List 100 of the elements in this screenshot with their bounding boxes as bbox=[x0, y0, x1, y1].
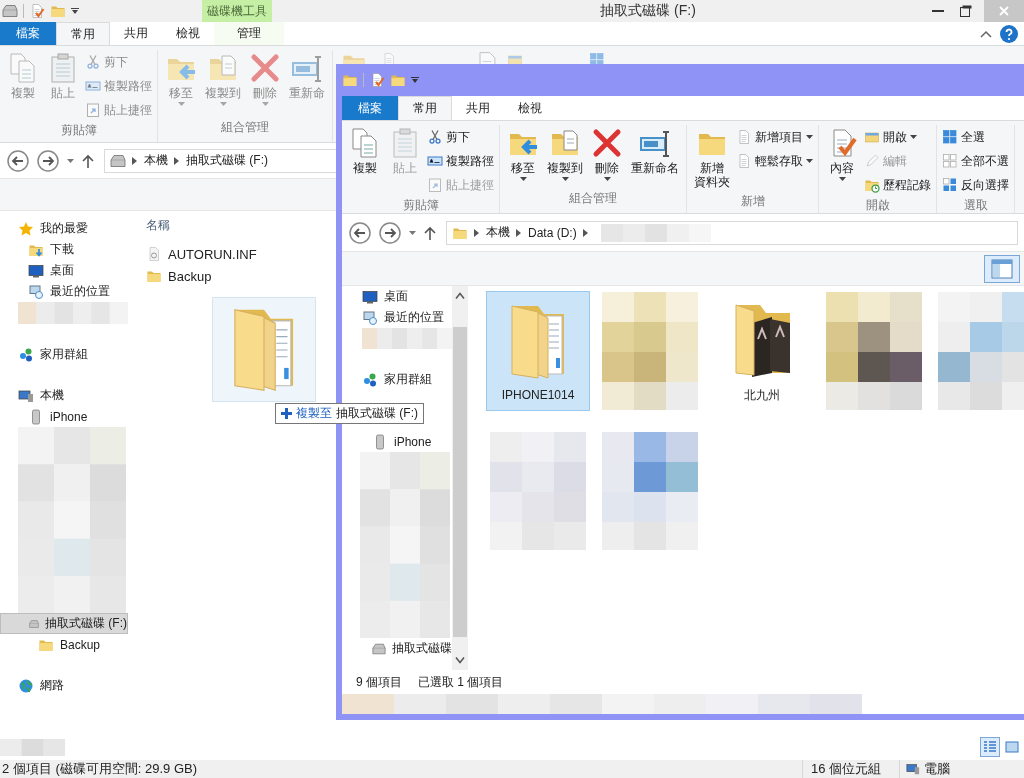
ribbon-button[interactable]: 全部不選 bbox=[940, 151, 1011, 171]
ribbon-button[interactable]: 貼上 bbox=[43, 50, 83, 120]
document-check-icon[interactable] bbox=[369, 72, 385, 88]
status-text: 2 個項目 (磁碟可用空間: 29.9 GB) bbox=[2, 760, 198, 778]
open-icon bbox=[507, 52, 523, 65]
pencil-icon bbox=[864, 153, 880, 169]
monitor-icon bbox=[362, 288, 378, 305]
arrow-left-icon bbox=[7, 149, 29, 172]
grid-icon bbox=[942, 153, 958, 169]
group-label: 開啟 bbox=[864, 197, 891, 214]
ribbon-button[interactable]: 反向選擇 bbox=[940, 175, 1011, 195]
chevron-right-icon[interactable] bbox=[174, 156, 180, 165]
computer-icon bbox=[28, 283, 44, 300]
ribbon-button[interactable]: 內容 bbox=[822, 125, 862, 195]
ribbon-button[interactable]: 重新命名 bbox=[627, 125, 683, 188]
grid-icon bbox=[589, 52, 605, 65]
nav-item[interactable]: 家用群組 bbox=[342, 369, 452, 390]
ribbon-button[interactable]: 開啟 bbox=[862, 127, 933, 147]
breadcrumb[interactable]: 本機 bbox=[144, 152, 168, 169]
dots-icon bbox=[362, 371, 378, 388]
ribbon-tab[interactable]: 常用 bbox=[398, 96, 452, 120]
window-title: 抽取式磁碟 (F:) bbox=[599, 2, 697, 20]
group-label: 組合管理 bbox=[568, 190, 618, 207]
cross-icon bbox=[591, 127, 623, 159]
arrow-right-icon bbox=[379, 221, 401, 244]
ribbon-button[interactable]: 複製到 bbox=[543, 125, 587, 188]
breadcrumb[interactable]: Data (D:) bbox=[528, 225, 577, 240]
chevron-right-icon[interactable] bbox=[132, 156, 138, 165]
close-icon bbox=[999, 6, 1009, 16]
forward-button[interactable] bbox=[379, 221, 401, 244]
document-icon bbox=[736, 153, 752, 169]
file-item[interactable]: IPHONE1014 bbox=[486, 291, 590, 411]
nav-item[interactable]: 抽取式磁碟 bbox=[342, 638, 452, 659]
ribbon-tab[interactable]: 共用 bbox=[452, 96, 504, 120]
group-label: 新增 bbox=[739, 193, 766, 210]
ribbon-button[interactable]: 新增 資料夾 bbox=[690, 125, 734, 191]
globe-icon bbox=[18, 677, 34, 694]
file-item[interactable]: 北九州 bbox=[710, 291, 814, 411]
ribbon-tab[interactable]: 檢視 bbox=[504, 96, 556, 120]
list-icon bbox=[983, 740, 997, 754]
ribbon-button[interactable]: 新增項目 bbox=[734, 127, 815, 147]
chevron-right-icon[interactable] bbox=[582, 228, 589, 237]
nav-item[interactable]: 最近的位置 bbox=[342, 307, 452, 328]
breadcrumb[interactable]: 本機 bbox=[486, 224, 510, 241]
ribbon-button[interactable]: 剪下 bbox=[425, 127, 496, 147]
scissors-icon bbox=[427, 129, 443, 145]
arrow-right-icon bbox=[37, 149, 59, 172]
back-button[interactable] bbox=[349, 221, 371, 244]
status-text: 16 個位元組 bbox=[802, 760, 899, 778]
ribbon-tab[interactable]: 檔案 bbox=[342, 96, 398, 120]
chevron-up-icon[interactable] bbox=[455, 292, 465, 299]
ribbon-button[interactable]: 歷程記錄 bbox=[862, 175, 933, 195]
chevron-down-icon[interactable] bbox=[455, 657, 465, 664]
computer-icon bbox=[362, 309, 378, 326]
file-icon bbox=[146, 246, 162, 262]
status-text: 已選取 1 個項目 bbox=[418, 673, 504, 691]
caret-icon[interactable] bbox=[409, 230, 416, 235]
path-icon bbox=[427, 153, 443, 169]
ribbon-button[interactable]: 輕鬆存取 bbox=[734, 151, 815, 171]
preview-pane-button[interactable] bbox=[984, 254, 1020, 283]
monitor-icon bbox=[28, 262, 44, 279]
group-label: 剪貼簿 bbox=[401, 197, 440, 214]
ribbon-button[interactable]: 複製 bbox=[345, 125, 385, 195]
address-bar[interactable]: 本機 Data (D:) bbox=[446, 220, 1018, 245]
arrow-left-icon bbox=[349, 221, 371, 244]
tooltip-target: 抽取式磁碟 (F:) bbox=[336, 405, 418, 422]
chevron-right-icon[interactable] bbox=[516, 228, 522, 237]
cross-icon bbox=[249, 52, 281, 84]
ribbon-button[interactable]: 移至 bbox=[503, 125, 543, 188]
chevron-right-icon[interactable] bbox=[474, 228, 480, 237]
arrow-up-icon[interactable] bbox=[424, 225, 436, 240]
zone-label: 電腦 bbox=[924, 760, 950, 778]
caret-icon[interactable] bbox=[411, 77, 419, 83]
computer-icon bbox=[18, 387, 34, 404]
group-label: 選取 bbox=[962, 197, 989, 214]
grid-icon bbox=[942, 177, 958, 193]
nav-item[interactable]: iPhone bbox=[342, 431, 452, 452]
tooltip-action: 複製至 bbox=[296, 405, 332, 422]
image-icon bbox=[1005, 740, 1019, 754]
star-icon bbox=[18, 220, 34, 237]
pane-icon bbox=[991, 258, 1013, 279]
restore-icon bbox=[960, 5, 972, 17]
context-tab-header: 磁碟機工具 bbox=[202, 0, 272, 22]
scissors-icon bbox=[85, 54, 101, 70]
nav-item[interactable]: 桌面 bbox=[342, 286, 452, 307]
group-label: 組合管理 bbox=[220, 119, 270, 136]
ribbon-button[interactable]: 複製路徑 bbox=[425, 151, 496, 171]
grid-icon bbox=[942, 129, 958, 145]
ribbon-button[interactable]: 刪除 bbox=[587, 125, 627, 188]
path-icon bbox=[85, 78, 101, 94]
breadcrumb[interactable]: 抽取式磁碟 (F:) bbox=[186, 152, 268, 169]
plus-icon bbox=[281, 408, 292, 419]
document-icon bbox=[736, 129, 752, 145]
status-text: 9 個項目 bbox=[356, 673, 402, 691]
shortcut-icon bbox=[85, 102, 101, 118]
scrollbar[interactable] bbox=[452, 286, 468, 670]
drive-icon bbox=[2, 3, 18, 19]
ribbon-button[interactable]: 全選 bbox=[940, 127, 1011, 147]
open-icon bbox=[864, 129, 880, 145]
drive-icon bbox=[110, 152, 126, 169]
